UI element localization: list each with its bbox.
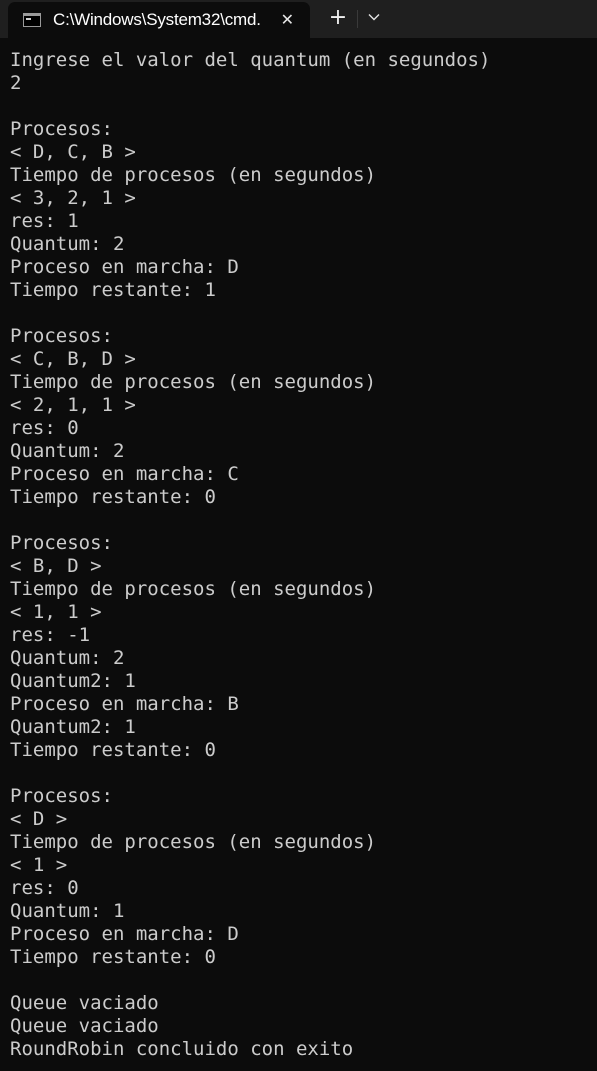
console-line: < B, D > bbox=[10, 555, 102, 577]
tab-dropdown-button[interactable] bbox=[364, 7, 384, 31]
new-tab-button[interactable]: + bbox=[326, 4, 350, 32]
tab-separator bbox=[357, 10, 358, 28]
console-line: Procesos: bbox=[10, 532, 113, 554]
console-line: Procesos: bbox=[10, 785, 113, 807]
console-line: Quantum: 2 bbox=[10, 647, 125, 669]
console-line: Tiempo de procesos (en segundos) bbox=[10, 578, 377, 600]
tab-title: C:\Windows\System32\cmd.exe bbox=[53, 10, 261, 29]
console-line: < 3, 2, 1 > bbox=[10, 187, 136, 209]
terminal-window: C:\Windows\System32\cmd.exe ✕ + Ingrese … bbox=[0, 0, 597, 1071]
console-line: Queue vaciado bbox=[10, 1015, 159, 1037]
console-line: Quantum: 2 bbox=[10, 233, 125, 255]
console-line: Tiempo de procesos (en segundos) bbox=[10, 831, 377, 853]
console-line: Proceso en marcha: B bbox=[10, 693, 239, 715]
console-line: Quantum2: 1 bbox=[10, 716, 136, 738]
console-line: Tiempo restante: 0 bbox=[10, 739, 216, 761]
console-line: Procesos: bbox=[10, 325, 113, 347]
console-line: < 1, 1 > bbox=[10, 601, 102, 623]
title-bar: C:\Windows\System32\cmd.exe ✕ + bbox=[0, 0, 597, 38]
console-line: Quantum2: 1 bbox=[10, 670, 136, 692]
console-line: Quantum: 2 bbox=[10, 440, 125, 462]
console-line: res: 0 bbox=[10, 877, 79, 899]
console-line: < D, C, B > bbox=[10, 141, 136, 163]
console-line: Proceso en marcha: D bbox=[10, 256, 239, 278]
console-line: res: 0 bbox=[10, 417, 79, 439]
console-line: Procesos: bbox=[10, 118, 113, 140]
console-line: < C, B, D > bbox=[10, 348, 136, 370]
console-line: Tiempo restante: 0 bbox=[10, 946, 216, 968]
console-line: res: 1 bbox=[10, 210, 79, 232]
console-line: Tiempo de procesos (en segundos) bbox=[10, 371, 377, 393]
console-line: < 2, 1, 1 > bbox=[10, 394, 136, 416]
console-line: res: -1 bbox=[10, 624, 91, 646]
console-line: < 1 > bbox=[10, 854, 68, 876]
console-line: Quantum: 1 bbox=[10, 900, 125, 922]
console-line: RoundRobin concluido con exito bbox=[10, 1038, 354, 1060]
console-line: 2 bbox=[10, 72, 22, 94]
console-line: Tiempo restante: 0 bbox=[10, 486, 216, 508]
console-icon bbox=[23, 13, 41, 27]
tab-cmd[interactable]: C:\Windows\System32\cmd.exe ✕ bbox=[8, 2, 310, 38]
console-line: Proceso en marcha: C bbox=[10, 463, 239, 485]
console-line: Tiempo restante: 1 bbox=[10, 279, 216, 301]
console-line: < D > bbox=[10, 808, 68, 830]
close-tab-icon[interactable]: ✕ bbox=[281, 10, 294, 30]
console-line: Queue vaciado bbox=[10, 992, 159, 1014]
console-line: Ingrese el valor del quantum (en segundo… bbox=[10, 49, 491, 71]
console-line: Proceso en marcha: D bbox=[10, 923, 239, 945]
console-line: Tiempo de procesos (en segundos) bbox=[10, 164, 377, 186]
chevron-down-icon bbox=[368, 14, 380, 21]
console-output[interactable]: Ingrese el valor del quantum (en segundo… bbox=[0, 38, 597, 1061]
